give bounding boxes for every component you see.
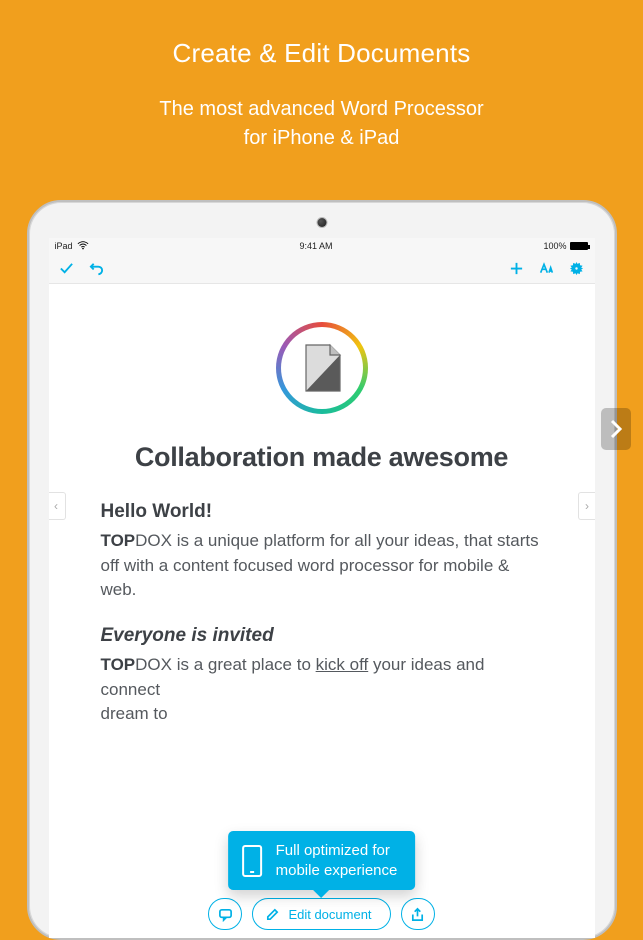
share-button[interactable] xyxy=(401,898,435,930)
status-time: 9:41 AM xyxy=(299,241,332,251)
document-actions: Edit document xyxy=(49,898,595,930)
comment-button[interactable] xyxy=(208,898,242,930)
promo-subtitle-line2: for iPhone & iPad xyxy=(244,127,400,149)
share-icon xyxy=(410,907,425,922)
status-battery-pct: 100% xyxy=(543,241,566,251)
edit-document-label: Edit document xyxy=(288,907,371,922)
gallery-next-button[interactable] xyxy=(601,408,631,450)
promo-title: Create & Edit Documents xyxy=(0,38,643,69)
brand-rest: DOX xyxy=(135,531,172,550)
ipad-camera xyxy=(317,218,326,227)
brand-bold-2: TOP xyxy=(101,655,136,674)
document-content: Hello World! TOPDOX is a unique platform… xyxy=(79,501,565,727)
section2-link[interactable]: kick off xyxy=(316,655,369,674)
section2-line3: dream to xyxy=(101,704,168,723)
brand-bold: TOP xyxy=(101,531,136,550)
gear-icon[interactable] xyxy=(569,261,585,277)
callout-line1: Full optimized for xyxy=(276,842,390,859)
callout-text: Full optimized for mobile experience xyxy=(276,841,398,880)
wifi-icon xyxy=(77,241,89,252)
status-carrier: iPad xyxy=(55,241,73,251)
section2-after-link: your ideas and xyxy=(368,655,484,674)
section2-before-link: is a great place to xyxy=(172,655,316,674)
section1-heading: Hello World! xyxy=(101,501,543,523)
ipad-frame: iPad 9:41 AM 100% xyxy=(27,200,617,940)
status-bar: iPad 9:41 AM 100% xyxy=(49,238,595,254)
plus-icon[interactable] xyxy=(509,261,525,277)
document-area: ‹ › Collaboration made aweso xyxy=(49,284,595,938)
document-title: Collaboration made awesome xyxy=(79,442,565,473)
section2-body: TOPDOX is a great place to kick off your… xyxy=(101,653,543,727)
undo-icon[interactable] xyxy=(89,261,105,277)
promo-header: Create & Edit Documents The most advance… xyxy=(0,0,643,153)
callout-tooltip: Full optimized for mobile experience xyxy=(228,831,416,890)
section2-line2: connect xyxy=(101,680,161,699)
phone-icon xyxy=(242,845,262,877)
section1-body: TOPDOX is a unique platform for all your… xyxy=(101,529,543,603)
comment-icon xyxy=(218,907,233,922)
font-style-icon[interactable] xyxy=(539,261,555,277)
page-prev-button[interactable]: ‹ xyxy=(49,492,66,520)
battery-icon xyxy=(570,242,588,250)
ipad-screen: iPad 9:41 AM 100% xyxy=(49,238,595,938)
document-logo-icon xyxy=(300,343,344,393)
promo-subtitle: The most advanced Word Processor for iPh… xyxy=(0,95,643,153)
promo-subtitle-line1: The most advanced Word Processor xyxy=(159,98,483,120)
app-toolbar xyxy=(49,254,595,284)
section2-heading: Everyone is invited xyxy=(101,625,543,647)
app-logo xyxy=(79,322,565,414)
callout-line2: mobile experience xyxy=(276,862,398,879)
pencil-icon xyxy=(265,907,280,922)
page-next-button[interactable]: › xyxy=(578,492,595,520)
brand-rest-2: DOX xyxy=(135,655,172,674)
edit-document-button[interactable]: Edit document xyxy=(252,898,390,930)
check-icon[interactable] xyxy=(59,261,75,277)
